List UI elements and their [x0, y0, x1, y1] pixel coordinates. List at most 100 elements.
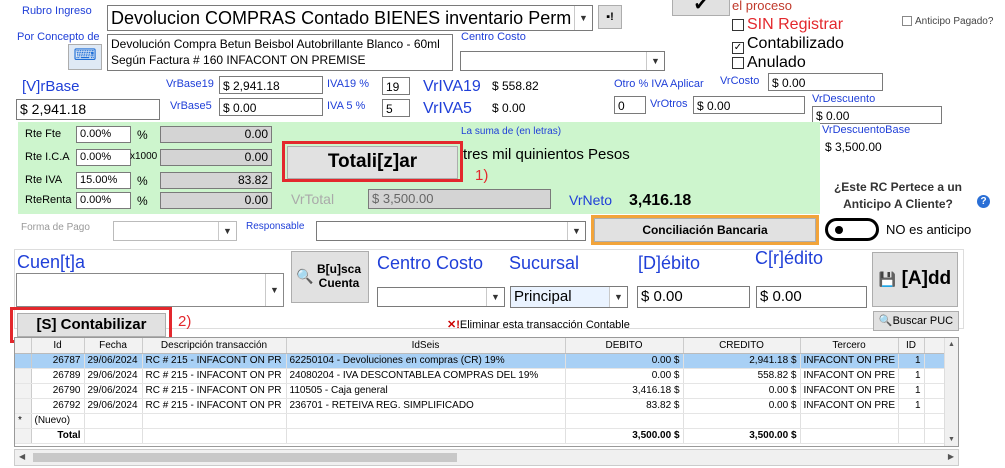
conciliacion-button[interactable]: Conciliación Bancaria: [594, 218, 816, 242]
row-selector[interactable]: [15, 398, 32, 414]
checkmark-icon: ✓: [732, 42, 744, 54]
concepto-textarea[interactable]: Devolución Compra Betun Beisbol Autobril…: [107, 34, 453, 71]
table-row[interactable]: 26789 29/06/2024 RC # 215 - INFACONT ON …: [15, 368, 946, 384]
new-row[interactable]: * (Nuevo): [15, 413, 946, 429]
rubro-select[interactable]: Devolucion COMPRAS Contado BIENES invent…: [107, 5, 593, 31]
rte-ica-pct-input[interactable]: 0.00%: [76, 149, 131, 166]
row-selector[interactable]: [15, 353, 32, 369]
help-icon[interactable]: ?: [977, 195, 990, 208]
col-debito[interactable]: DEBITO: [565, 338, 684, 354]
chevron-down-icon[interactable]: ▼: [567, 222, 585, 240]
vertical-scrollbar[interactable]: ▲ ▼: [944, 338, 958, 446]
row-selector[interactable]: [15, 368, 32, 384]
scroll-down-icon[interactable]: ▼: [948, 436, 955, 443]
debito-label: [D]ébito: [638, 253, 701, 273]
vrcosto-input[interactable]: $ 0.00: [768, 73, 883, 91]
save-icon: 💾: [878, 271, 897, 287]
cell-id2: 1: [898, 353, 925, 369]
otro-iva-input[interactable]: 0: [614, 96, 646, 114]
chevron-down-icon[interactable]: ▼: [609, 287, 627, 307]
cell-id2: 1: [898, 368, 925, 384]
vrbase19-input[interactable]: $ 2,941.18: [219, 76, 323, 94]
vrotros-input[interactable]: $ 0.00: [693, 96, 805, 114]
cell-extra: [924, 383, 946, 399]
cell-credito: 2,941.18 $: [683, 353, 801, 369]
debito-input[interactable]: $ 0.00: [637, 286, 750, 308]
col-id[interactable]: Id: [31, 338, 85, 354]
rubro-label: Rubro Ingreso: [22, 5, 92, 17]
rte-ica-value: 0.00: [160, 149, 272, 166]
scroll-thumb[interactable]: [33, 453, 457, 462]
buscar-cuenta-button[interactable]: 🔍 B[u]sca Cuenta: [291, 251, 369, 303]
cell-debito: 83.82 $: [565, 398, 684, 414]
row-selector[interactable]: [15, 383, 32, 399]
chevron-down-icon[interactable]: ▼: [574, 6, 592, 30]
cell-new: (Nuevo): [31, 413, 85, 429]
responsable-select[interactable]: ▼: [316, 221, 586, 241]
vrbase5-input[interactable]: $ 0.00: [219, 98, 323, 116]
keyboard-icon[interactable]: ⌨: [68, 44, 102, 70]
rte-iva-label: Rte IVA: [25, 174, 63, 186]
rte-fte-pct-input[interactable]: 0.00%: [76, 126, 131, 143]
vrbase-input[interactable]: $ 2,941.18: [16, 99, 160, 120]
cell-id2: 1: [898, 398, 925, 414]
table-row[interactable]: 26792 29/06/2024 RC # 215 - INFACONT ON …: [15, 398, 946, 414]
col-descripcion[interactable]: Descripción transacción: [142, 338, 287, 354]
scroll-up-icon[interactable]: ▲: [948, 341, 955, 348]
grid-header-row: Id Fecha Descripción transacción IdSeis …: [15, 338, 946, 354]
rte-iva-pct-input[interactable]: 15.00%: [76, 172, 131, 189]
col-credito[interactable]: CREDITO: [683, 338, 801, 354]
buscar-puc-button[interactable]: 🔍Buscar PUC: [873, 311, 959, 331]
table-row[interactable]: 26790 29/06/2024 RC # 215 - INFACONT ON …: [15, 383, 946, 399]
cell-debito: 3,416.18 $: [565, 383, 684, 399]
scroll-left-icon[interactable]: ◀: [19, 452, 25, 461]
iva5-input[interactable]: 5: [382, 99, 410, 117]
anulado-checkbox[interactable]: Anulado: [732, 54, 806, 72]
centro-costo-entry-select[interactable]: ▼: [377, 287, 505, 307]
total-debito: 3,500.00 $: [565, 428, 684, 444]
forma-pago-select[interactable]: ▼: [113, 221, 237, 241]
vrdescuento-label: VrDescuento: [812, 93, 876, 105]
transactions-grid: Id Fecha Descripción transacción IdSeis …: [14, 337, 959, 447]
centro-costo-select[interactable]: ▼: [460, 51, 665, 71]
total-row: Total 3,500.00 $ 3,500.00 $: [15, 428, 946, 444]
sin-registrar-checkbox[interactable]: SIN Registrar: [732, 16, 843, 34]
chevron-down-icon[interactable]: ▼: [486, 288, 504, 306]
cell-idseis: 24080204 - IVA DESCONTABLEA COMPRAS DEL …: [286, 368, 566, 384]
horizontal-scrollbar[interactable]: ◀ ▶: [14, 449, 959, 466]
rte-renta-pct-input[interactable]: 0.00%: [76, 192, 131, 209]
chevron-down-icon[interactable]: ▼: [218, 222, 236, 240]
sucursal-select[interactable]: Principal ▼: [510, 286, 628, 308]
anticipo-pagado-label: Anticipo Pagado?: [915, 16, 994, 27]
col-tercero[interactable]: Tercero: [800, 338, 899, 354]
cell-tercero: INFACONT ON PRE: [800, 398, 899, 414]
rte-renta-value: 0.00: [160, 192, 272, 209]
cell-fecha: 29/06/2024: [84, 398, 143, 414]
chevron-down-icon[interactable]: ▼: [646, 52, 664, 70]
cuenta-select[interactable]: ▼: [16, 273, 284, 307]
anticipo-pagado-checkbox[interactable]: Anticipo Pagado?: [902, 16, 993, 27]
chevron-down-icon[interactable]: ▼: [265, 274, 283, 306]
anticipo-toggle[interactable]: [825, 218, 879, 241]
vrdescuento-input[interactable]: $ 0.00: [812, 106, 942, 124]
table-row[interactable]: 26787 29/06/2024 RC # 215 - INFACONT ON …: [15, 353, 946, 369]
credito-input[interactable]: $ 0.00: [756, 286, 867, 308]
lookup-icon[interactable]: ▪!: [598, 5, 622, 29]
check-icon[interactable]: ✔: [672, 0, 730, 16]
sucursal-value: Principal: [514, 288, 572, 305]
iva19-input[interactable]: 19: [382, 77, 410, 95]
search-icon: 🔍: [878, 315, 893, 327]
col-id2[interactable]: ID: [898, 338, 925, 354]
responsable-label: Responsable: [246, 221, 305, 232]
vriva5-value: $ 0.00: [492, 101, 526, 115]
add-button[interactable]: 💾 [A]dd: [872, 252, 958, 307]
col-idseis[interactable]: IdSeis: [286, 338, 566, 354]
cell-credito: 0.00 $: [683, 398, 801, 414]
cell-fecha: 29/06/2024: [84, 368, 143, 384]
anticipo-question: ¿Este RC Pertece a un Anticipo A Cliente…: [833, 180, 963, 211]
col-fecha[interactable]: Fecha: [84, 338, 143, 354]
buscar-puc-label: Buscar PUC: [892, 315, 954, 327]
contabilizado-checkbox[interactable]: ✓ Contabilizado: [732, 35, 844, 54]
eliminar-link[interactable]: ✕!Eliminar esta transacción Contable: [447, 318, 630, 331]
scroll-right-icon[interactable]: ▶: [948, 452, 954, 461]
